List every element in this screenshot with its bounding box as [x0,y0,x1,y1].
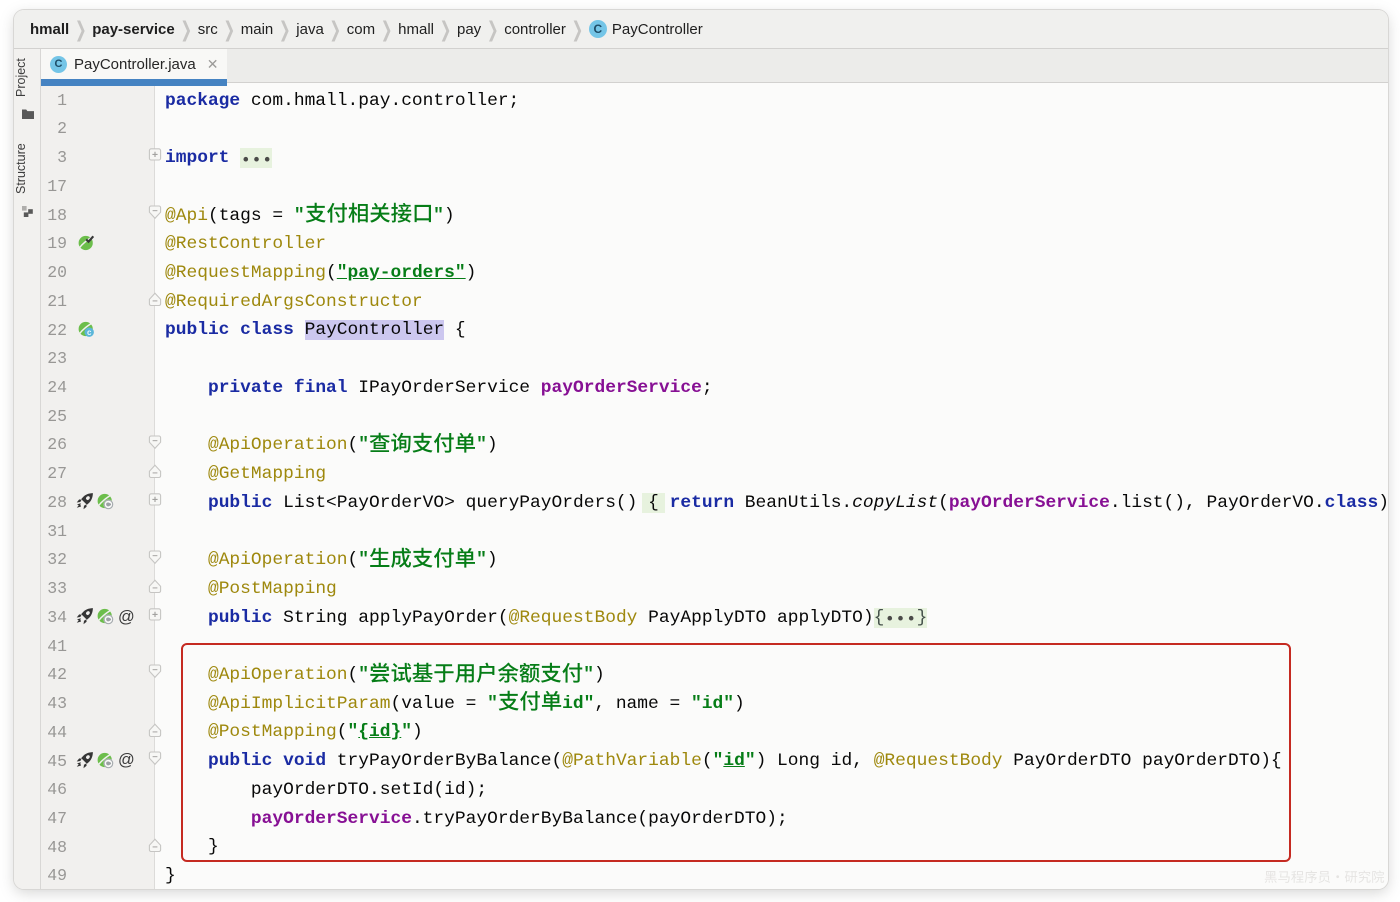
svg-text:c: c [87,328,92,337]
